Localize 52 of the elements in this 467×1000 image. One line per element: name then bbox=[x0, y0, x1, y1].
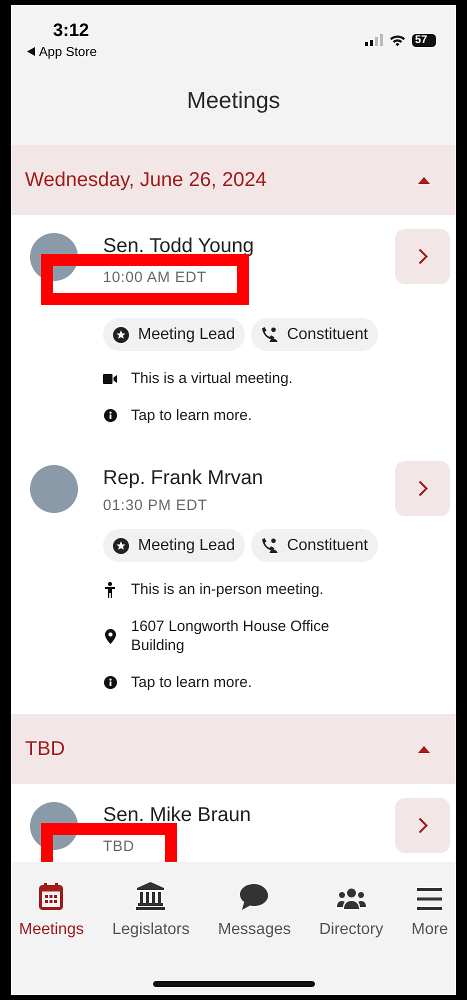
menu-icon bbox=[417, 888, 442, 910]
info-icon bbox=[104, 676, 116, 689]
star-circle-icon bbox=[113, 326, 129, 342]
tab-item[interactable]: Directory bbox=[317, 880, 386, 942]
meeting-time: 01:30 PM EDT bbox=[103, 496, 208, 515]
open-meeting-button[interactable] bbox=[395, 461, 450, 516]
group-of-people-icon bbox=[336, 888, 366, 910]
meeting-detail: This is an in-person meeting. bbox=[131, 580, 325, 599]
tab-item[interactable]: Meetings bbox=[17, 880, 86, 942]
section-header[interactable]: TBD bbox=[11, 714, 456, 784]
tab-item[interactable]: More bbox=[410, 880, 450, 942]
meeting-time: TBD bbox=[103, 837, 134, 856]
chip-label: Meeting Lead bbox=[138, 324, 235, 344]
standing-person-icon bbox=[104, 582, 116, 598]
signal-icon bbox=[365, 34, 383, 46]
chip-label: Meeting Lead bbox=[138, 536, 235, 556]
map-pin-icon bbox=[104, 628, 116, 644]
back-link[interactable]: App Store bbox=[39, 42, 97, 62]
chip-label: Constituent bbox=[286, 324, 368, 344]
open-meeting-button[interactable] bbox=[395, 229, 450, 284]
section-title: TBD bbox=[25, 737, 65, 762]
battery-level: 57 bbox=[412, 34, 436, 46]
columned-building-icon bbox=[136, 882, 166, 910]
page-title: Meetings bbox=[186, 86, 280, 115]
calendar-icon bbox=[39, 883, 64, 910]
chevron-right-icon bbox=[418, 248, 428, 265]
wifi-icon bbox=[389, 34, 406, 46]
status-time: 3:12 bbox=[52, 19, 90, 41]
meeting-detail: This is a virtual meeting. bbox=[131, 369, 294, 388]
meeting-time: 10:00 AM EDT bbox=[103, 268, 207, 287]
speech-bubble-icon bbox=[239, 884, 270, 910]
phone-person-icon bbox=[260, 327, 278, 342]
tab-item[interactable]: Messages bbox=[216, 880, 293, 942]
section-title: Wednesday, June 26, 2024 bbox=[25, 168, 267, 193]
back-triangle-icon bbox=[27, 47, 35, 56]
phone-person-icon bbox=[260, 538, 278, 553]
avatar-placeholder bbox=[30, 465, 78, 513]
chevron-right-icon bbox=[418, 817, 428, 834]
open-meeting-button[interactable] bbox=[395, 798, 450, 853]
meeting-detail[interactable]: Tap to learn more. bbox=[131, 673, 371, 692]
info-icon bbox=[104, 409, 116, 422]
meeting-detail[interactable]: Tap to learn more. bbox=[131, 406, 371, 425]
meeting-detail: 1607 Longworth House Office Building bbox=[131, 617, 330, 655]
chip-label: Constituent bbox=[286, 536, 368, 556]
section-header[interactable]: Wednesday, June 26, 2024 bbox=[11, 145, 456, 215]
legislator-name: Sen. Todd Young bbox=[103, 234, 254, 258]
star-circle-icon bbox=[113, 538, 129, 554]
legislator-name: Rep. Frank Mrvan bbox=[103, 466, 264, 490]
chevron-right-icon bbox=[418, 480, 428, 497]
tab-item[interactable]: Legislators bbox=[110, 880, 192, 942]
video-camera-icon bbox=[103, 374, 117, 384]
legislator-name: Sen. Mike Braun bbox=[103, 803, 251, 827]
